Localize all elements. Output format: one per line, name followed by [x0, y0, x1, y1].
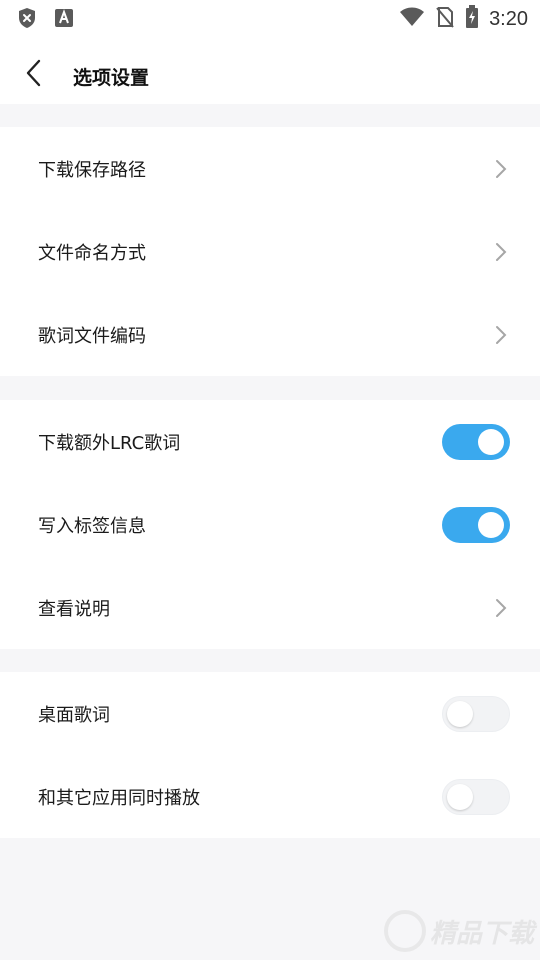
setting-label: 写入标签信息 [38, 515, 146, 537]
back-button[interactable] [20, 58, 50, 88]
chevron-right-icon [496, 598, 507, 617]
setting-row-mix-playback: 和其它应用同时播放 [0, 755, 540, 838]
setting-label: 下载额外LRC歌词 [38, 432, 181, 454]
desktop-lyrics-toggle[interactable] [442, 695, 510, 732]
settings-group-playback: 桌面歌词 和其它应用同时播放 [0, 672, 540, 838]
setting-row-write-tags: 写入标签信息 [0, 483, 540, 566]
setting-row-desktop-lyrics: 桌面歌词 [0, 672, 540, 755]
settings-group-tags: 下载额外LRC歌词 写入标签信息 查看说明 [0, 400, 540, 649]
page-title: 选项设置 [73, 67, 150, 89]
toggle-knob [447, 700, 473, 727]
toggle-knob [478, 428, 504, 455]
setting-label: 歌词文件编码 [38, 325, 146, 347]
shield-x-icon [17, 7, 37, 33]
setting-label: 查看说明 [38, 598, 110, 620]
chevron-right-icon [496, 242, 507, 261]
battery-charging-icon [465, 5, 479, 33]
chevron-right-icon [496, 325, 507, 344]
watermark-logo-icon [383, 910, 426, 952]
write-tags-toggle[interactable] [442, 506, 510, 543]
no-sim-icon [435, 6, 455, 32]
setting-row-file-naming[interactable]: 文件命名方式 [0, 210, 540, 293]
app-header: 选项设置 [0, 38, 540, 104]
wifi-icon [399, 7, 425, 31]
setting-row-extra-lrc: 下载额外LRC歌词 [0, 400, 540, 483]
status-bar: 3:20 [0, 0, 540, 38]
setting-row-lyrics-encoding[interactable]: 歌词文件编码 [0, 293, 540, 376]
toggle-knob [447, 783, 473, 810]
a-notification-icon [54, 8, 74, 32]
watermark: 精品下载 [383, 910, 534, 952]
setting-label: 桌面歌词 [38, 704, 110, 726]
extra-lrc-toggle[interactable] [442, 423, 510, 460]
setting-row-instructions[interactable]: 查看说明 [0, 566, 540, 649]
setting-label: 文件命名方式 [38, 242, 146, 264]
setting-label: 和其它应用同时播放 [38, 787, 200, 809]
watermark-text: 精品下载 [429, 918, 534, 949]
toggle-knob [478, 511, 504, 538]
setting-label: 下载保存路径 [38, 159, 146, 181]
chevron-left-icon [26, 59, 41, 87]
settings-group-download: 下载保存路径 文件命名方式 歌词文件编码 [0, 127, 540, 376]
chevron-right-icon [496, 159, 507, 178]
mix-playback-toggle[interactable] [442, 778, 510, 815]
status-time: 3:20 [489, 7, 528, 30]
setting-row-download-path[interactable]: 下载保存路径 [0, 127, 540, 210]
